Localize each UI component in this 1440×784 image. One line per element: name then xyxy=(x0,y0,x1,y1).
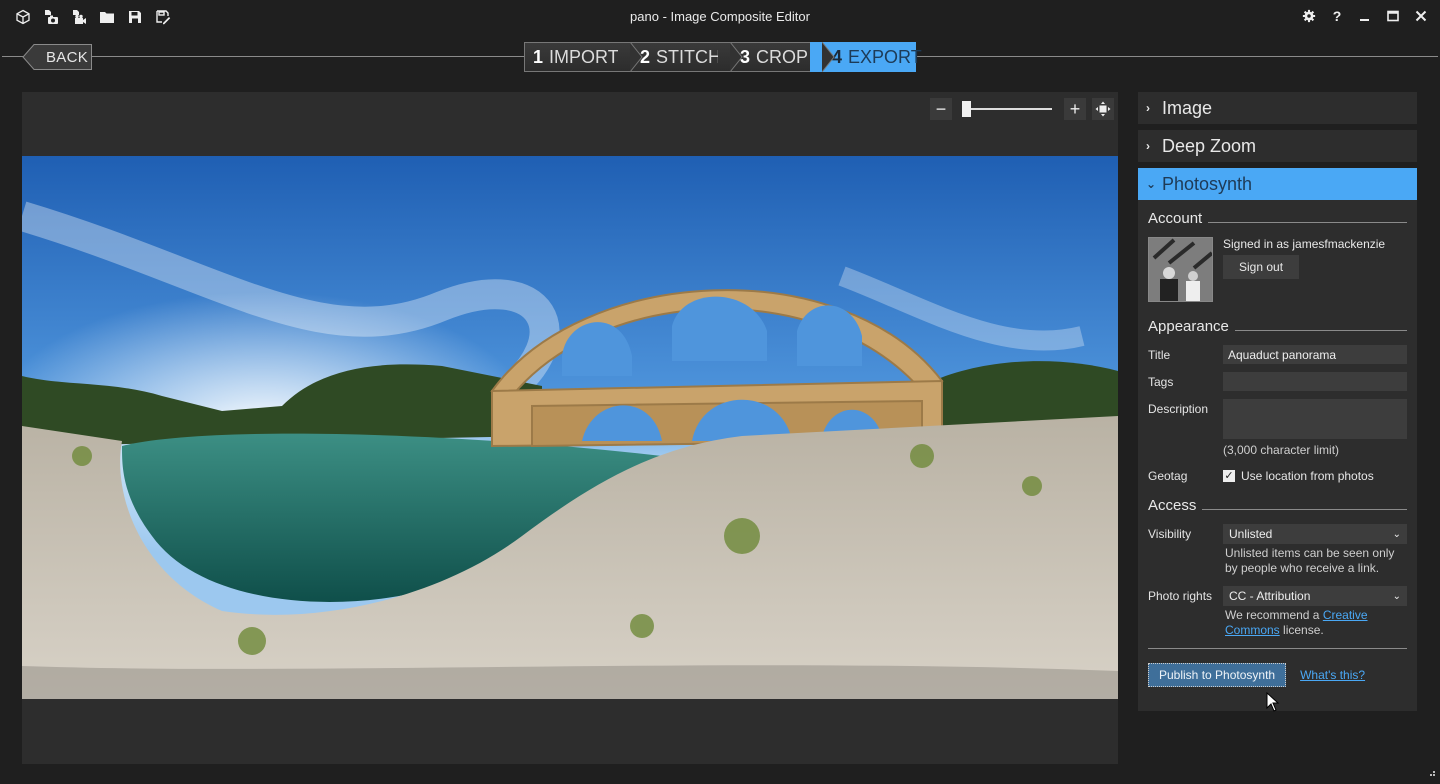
visibility-select[interactable]: Unlisted ⌄ xyxy=(1223,524,1407,544)
window-title: pano - Image Composite Editor xyxy=(630,9,810,24)
section-image-header[interactable]: › Image xyxy=(1138,92,1417,124)
preview-canvas[interactable]: − + xyxy=(22,92,1118,764)
resize-grip-icon[interactable] xyxy=(1426,770,1436,780)
avatar xyxy=(1148,237,1213,302)
appearance-heading-text: Appearance xyxy=(1148,318,1229,335)
panorama-illustration xyxy=(22,156,1118,699)
help-icon[interactable]: ? xyxy=(1326,5,1348,27)
close-icon[interactable] xyxy=(1410,5,1432,27)
section-label: Image xyxy=(1162,97,1213,118)
maximize-icon[interactable] xyxy=(1382,5,1404,27)
photo-rights-value: CC - Attribution xyxy=(1229,589,1311,603)
description-limit-hint: (3,000 character limit) xyxy=(1223,443,1340,457)
export-panel: › Image › Deep Zoom ⌄ Photosynth Account xyxy=(1138,92,1417,711)
minus-icon: − xyxy=(935,98,947,119)
chevron-down-icon: ⌄ xyxy=(1392,590,1401,602)
section-deep-zoom-header[interactable]: › Deep Zoom xyxy=(1138,130,1417,162)
help-glyph: ? xyxy=(1332,8,1342,24)
back-label: BACK xyxy=(46,49,89,66)
whats-this-link[interactable]: What's this? xyxy=(1300,668,1365,682)
step-label: CROP xyxy=(756,46,809,67)
description-input[interactable] xyxy=(1223,399,1407,439)
fit-to-window-button[interactable] xyxy=(1092,98,1114,120)
divider xyxy=(1148,648,1407,649)
avatar-photo xyxy=(1149,238,1212,301)
heading-rule xyxy=(1202,509,1407,510)
window-controls: ? xyxy=(1298,5,1432,27)
signed-in-text: Signed in as jamesfmackenzie xyxy=(1223,237,1386,251)
chevron-down-icon: ⌄ xyxy=(1146,177,1157,191)
step-number: 1 xyxy=(533,46,544,67)
plus-icon: + xyxy=(1069,98,1081,119)
panorama-image[interactable] xyxy=(22,156,1118,699)
fit-icon xyxy=(1095,101,1111,117)
account-info: Signed in as jamesfmackenzie Sign out xyxy=(1148,237,1407,302)
zoom-slider-track xyxy=(962,108,1052,110)
back-button[interactable]: BACK xyxy=(22,44,92,70)
visibility-value: Unlisted xyxy=(1229,527,1273,541)
zoom-controls: − + xyxy=(930,98,1114,120)
chevron-right-icon: › xyxy=(1146,101,1150,115)
section-label: Photosynth xyxy=(1162,173,1253,194)
checkmark-icon: ✓ xyxy=(1223,470,1235,482)
rights-note-text: We recommend a xyxy=(1225,608,1323,622)
description-label: Description xyxy=(1148,402,1209,416)
heading-rule xyxy=(1208,222,1407,223)
workflow-steps: 1 IMPORT 2 STITCH 3 CROP 4 EXPORT xyxy=(524,42,922,72)
tags-input[interactable] xyxy=(1223,372,1407,391)
section-photosynth-header[interactable]: ⌄ Photosynth xyxy=(1138,168,1417,200)
section-label: Deep Zoom xyxy=(1162,135,1257,156)
rights-note-text: license. xyxy=(1279,623,1324,637)
geotag-checkbox-label: Use location from photos xyxy=(1241,469,1374,483)
access-heading-text: Access xyxy=(1148,497,1197,514)
visibility-note: Unlisted items can be seen only by peopl… xyxy=(1225,546,1395,575)
geotag-label: Geotag xyxy=(1148,469,1188,483)
step-label: EXPORT xyxy=(848,46,922,67)
access-heading: Access xyxy=(1148,497,1407,514)
step-import[interactable]: 1 IMPORT xyxy=(524,42,643,72)
zoom-out-button[interactable]: − xyxy=(930,98,952,120)
settings-icon[interactable] xyxy=(1298,5,1320,27)
chevron-down-icon: ⌄ xyxy=(1392,528,1401,540)
photo-rights-label: Photo rights xyxy=(1148,589,1213,603)
appearance-heading: Appearance xyxy=(1148,318,1407,335)
tags-label: Tags xyxy=(1148,375,1174,389)
photo-rights-select[interactable]: CC - Attribution ⌄ xyxy=(1223,586,1407,606)
visibility-label: Visibility xyxy=(1148,527,1192,541)
rights-note: We recommend a Creative Commons license. xyxy=(1225,608,1405,638)
account-heading-text: Account xyxy=(1148,210,1203,227)
photosynth-section: Account Signed in as jamesfmackenzie Sig… xyxy=(1138,200,1417,711)
publish-button[interactable]: Publish to Photosynth xyxy=(1148,663,1287,687)
account-heading: Account xyxy=(1148,210,1407,227)
heading-rule xyxy=(1234,330,1407,331)
title-label: Title xyxy=(1148,348,1171,362)
minimize-icon[interactable] xyxy=(1354,5,1376,27)
sign-out-button[interactable]: Sign out xyxy=(1223,255,1300,279)
title-input[interactable] xyxy=(1223,345,1407,364)
geotag-checkbox[interactable]: ✓ Use location from photos xyxy=(1223,466,1374,483)
step-label: STITCH xyxy=(656,46,722,67)
zoom-in-button[interactable]: + xyxy=(1064,98,1086,120)
mouse-cursor-icon xyxy=(1266,692,1280,712)
title-bar: pano - Image Composite Editor ? xyxy=(0,0,1440,34)
chevron-right-icon: › xyxy=(1146,139,1150,153)
step-label: IMPORT xyxy=(549,46,619,67)
zoom-slider[interactable] xyxy=(958,98,1058,120)
zoom-slider-thumb[interactable] xyxy=(962,101,971,117)
